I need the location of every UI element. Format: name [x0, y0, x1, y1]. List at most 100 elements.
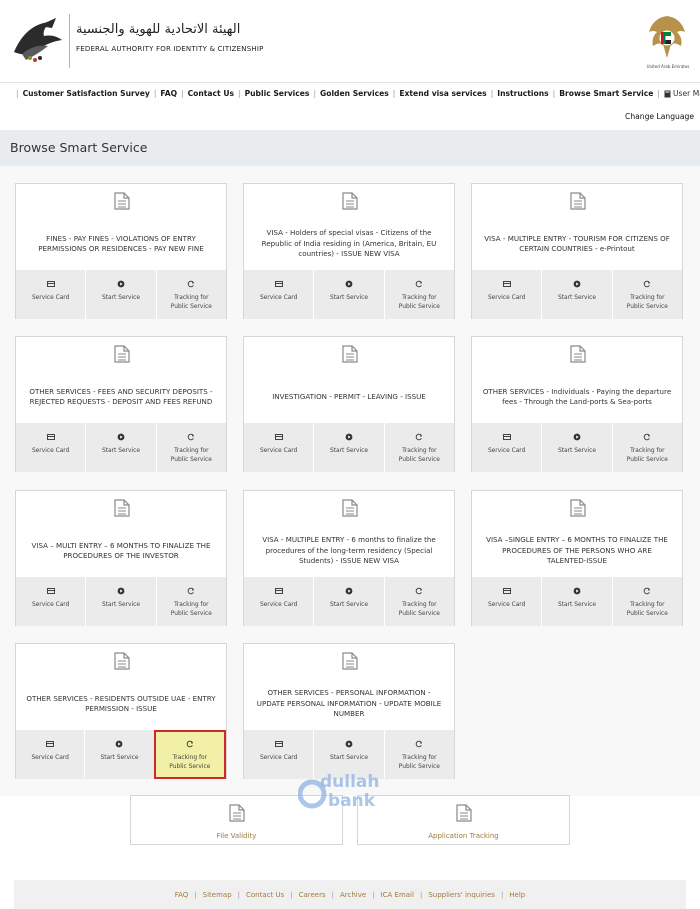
service-card-body[interactable]: OTHER SERVICES - FEES AND SECURITY DEPOS…	[16, 337, 226, 423]
service-card: VISA - MULTIPLE ENTRY - 6 months to fina…	[243, 490, 455, 626]
service-card-body[interactable]: OTHER SERVICES - RESIDENTS OUTSIDE UAE -…	[16, 644, 226, 730]
tracking-label-line1: Tracking for	[630, 448, 665, 454]
tracking-public-service-button[interactable]: Tracking for Public Service	[611, 577, 682, 626]
service-card-button[interactable]: Service Card	[16, 423, 85, 472]
card-icon	[274, 281, 283, 287]
service-title: VISA –SINGLE ENTRY – 6 MONTHS TO FINALIZ…	[486, 535, 668, 566]
start-service-button[interactable]: Start Service	[313, 577, 383, 626]
tracking-public-service-button[interactable]: Tracking for Public Service	[155, 270, 226, 319]
service-card-body[interactable]: OTHER SERVICES - Individuals - Paying th…	[472, 337, 682, 423]
start-service-button[interactable]: Start Service	[85, 270, 155, 319]
service-card: VISA - Holders of special visas - Citize…	[243, 183, 455, 319]
service-card: OTHER SERVICES - FEES AND SECURITY DEPOS…	[15, 336, 227, 472]
service-card-body[interactable]: VISA - Holders of special visas - Citize…	[244, 184, 454, 270]
tracking-public-service-button[interactable]: Tracking for Public Service	[383, 270, 454, 319]
start-service-button[interactable]: Start Service	[541, 423, 611, 472]
service-card-body[interactable]: FINES - PAY FINES - VIOLATIONS OF ENTRY …	[16, 184, 226, 270]
start-icon	[116, 740, 123, 748]
footer-help[interactable]: Help	[509, 891, 525, 899]
start-icon	[117, 280, 125, 288]
tracking-public-service-button[interactable]: Tracking for Public Service	[383, 577, 454, 626]
footer-contact-us[interactable]: Contact Us	[246, 891, 284, 899]
service-card-button[interactable]: Service Card	[472, 577, 541, 626]
start-service-button[interactable]: Start Service	[313, 423, 383, 472]
start-icon	[345, 740, 353, 748]
service-actions: Service Card Start Service Tracking for Pub…	[16, 730, 226, 779]
nav-user-manual[interactable]: User Manual	[664, 89, 700, 98]
start-service-button[interactable]: Start Service	[84, 730, 153, 779]
document-icon	[114, 652, 130, 670]
tracking-label-line1: Tracking for	[174, 448, 209, 454]
service-card-body[interactable]: VISA – MULTI ENTRY – 6 MONTHS TO FINALIZ…	[16, 491, 226, 577]
start-icon	[117, 587, 125, 595]
footer-suppliers-inquiries[interactable]: Suppliers' inquiries	[428, 891, 495, 899]
nav-customer-survey[interactable]: Customer Satisfaction Survey	[23, 89, 150, 98]
start-icon	[573, 280, 581, 288]
footer-careers[interactable]: Careers	[299, 891, 326, 899]
change-language-link[interactable]: Change Language	[625, 112, 694, 121]
tracking-public-service-button[interactable]: Tracking for Public Service	[611, 423, 682, 472]
service-card-button[interactable]: Service Card	[244, 270, 313, 319]
tracking-label-line2: Public Service	[398, 611, 440, 617]
tracking-public-service-button[interactable]: Tracking for Public Service	[153, 730, 226, 779]
service-card-button[interactable]: Service Card	[16, 577, 85, 626]
tracking-public-service-button[interactable]: Tracking for Public Service	[611, 270, 682, 319]
service-card-body[interactable]: OTHER SERVICES - PERSONAL INFORMATION - …	[244, 644, 454, 730]
tracking-label-line2: Public Service	[170, 457, 212, 463]
service-card-button[interactable]: Service Card	[472, 423, 541, 472]
service-card: FINES - PAY FINES - VIOLATIONS OF ENTRY …	[15, 183, 227, 319]
document-icon	[114, 499, 130, 517]
footer-faq[interactable]: FAQ	[175, 891, 189, 899]
tracking-label-line2: Public Service	[398, 457, 440, 463]
footer-ica-email[interactable]: ICA Email	[381, 891, 414, 899]
start-service-button[interactable]: Start Service	[541, 577, 611, 626]
tracking-public-service-button[interactable]: Tracking for Public Service	[383, 423, 454, 472]
footer-separator: |	[419, 890, 423, 899]
tracking-label-line1: Tracking for	[402, 602, 437, 608]
logo-english-text: FEDERAL AUTHORITY FOR IDENTITY & CITIZEN…	[76, 45, 264, 53]
start-service-button[interactable]: Start Service	[85, 423, 155, 472]
watermark-line2: bank	[328, 791, 376, 810]
service-card-button[interactable]: Service Card	[16, 270, 85, 319]
nav-contact-us[interactable]: Contact Us	[188, 89, 234, 98]
service-card-button[interactable]: Service Card	[244, 423, 313, 472]
tracking-label-line2: Public Service	[626, 611, 668, 617]
tracking-label: Tracking for Public Service	[171, 294, 212, 312]
tracking-label: Tracking for Public Service	[399, 601, 440, 619]
footer-separator: |	[331, 890, 334, 899]
refresh-icon	[644, 280, 651, 288]
nav-public-services[interactable]: Public Services	[245, 89, 310, 98]
falcon-logo-icon[interactable]	[8, 14, 66, 66]
service-card-body[interactable]: VISA - MULTIPLE ENTRY - 6 months to fina…	[244, 491, 454, 577]
file-validity-label: File Validity	[216, 832, 257, 840]
service-card-button[interactable]: Service Card	[472, 270, 541, 319]
card-icon	[502, 434, 511, 440]
nav-browse-smart-service[interactable]: Browse Smart Service	[559, 89, 653, 98]
nav-faq[interactable]: FAQ	[160, 89, 177, 98]
tracking-public-service-button[interactable]: Tracking for Public Service	[155, 577, 226, 626]
service-card-button[interactable]: Service Card	[244, 577, 313, 626]
footer-separator: |	[500, 890, 504, 899]
nav-instructions[interactable]: Instructions	[497, 89, 548, 98]
tracking-label: Tracking for Public Service	[399, 447, 440, 465]
nav-separator: |	[392, 89, 396, 98]
tracking-public-service-button[interactable]: Tracking for Public Service	[155, 423, 226, 472]
service-card-body[interactable]: VISA –SINGLE ENTRY – 6 MONTHS TO FINALIZ…	[472, 491, 682, 577]
footer-archive[interactable]: Archive	[340, 891, 366, 899]
card-icon	[46, 434, 55, 440]
footer-sitemap[interactable]: Sitemap	[203, 891, 232, 899]
service-actions: Service Card Start Service Tracking for Pub…	[16, 423, 226, 472]
service-card-label: Service Card	[259, 448, 298, 454]
service-card-button[interactable]: Service Card	[16, 730, 84, 779]
document-icon	[570, 345, 586, 363]
start-service-button[interactable]: Start Service	[85, 577, 155, 626]
nav-extend-visa[interactable]: Extend visa services	[399, 89, 486, 98]
service-card-body[interactable]: VISA - MULTIPLE ENTRY - TOURISM FOR CITI…	[472, 184, 682, 270]
refresh-icon	[188, 280, 195, 288]
start-service-button[interactable]: Start Service	[541, 270, 611, 319]
service-card-body[interactable]: INVESTIGATION - PERMIT - LEAVING - ISSUE	[244, 337, 454, 423]
nav-golden-services[interactable]: Golden Services	[320, 89, 389, 98]
start-service-button[interactable]: Start Service	[313, 270, 383, 319]
service-actions: Service Card Start Service Tracking for Pub…	[244, 270, 454, 319]
refresh-icon	[644, 433, 651, 441]
